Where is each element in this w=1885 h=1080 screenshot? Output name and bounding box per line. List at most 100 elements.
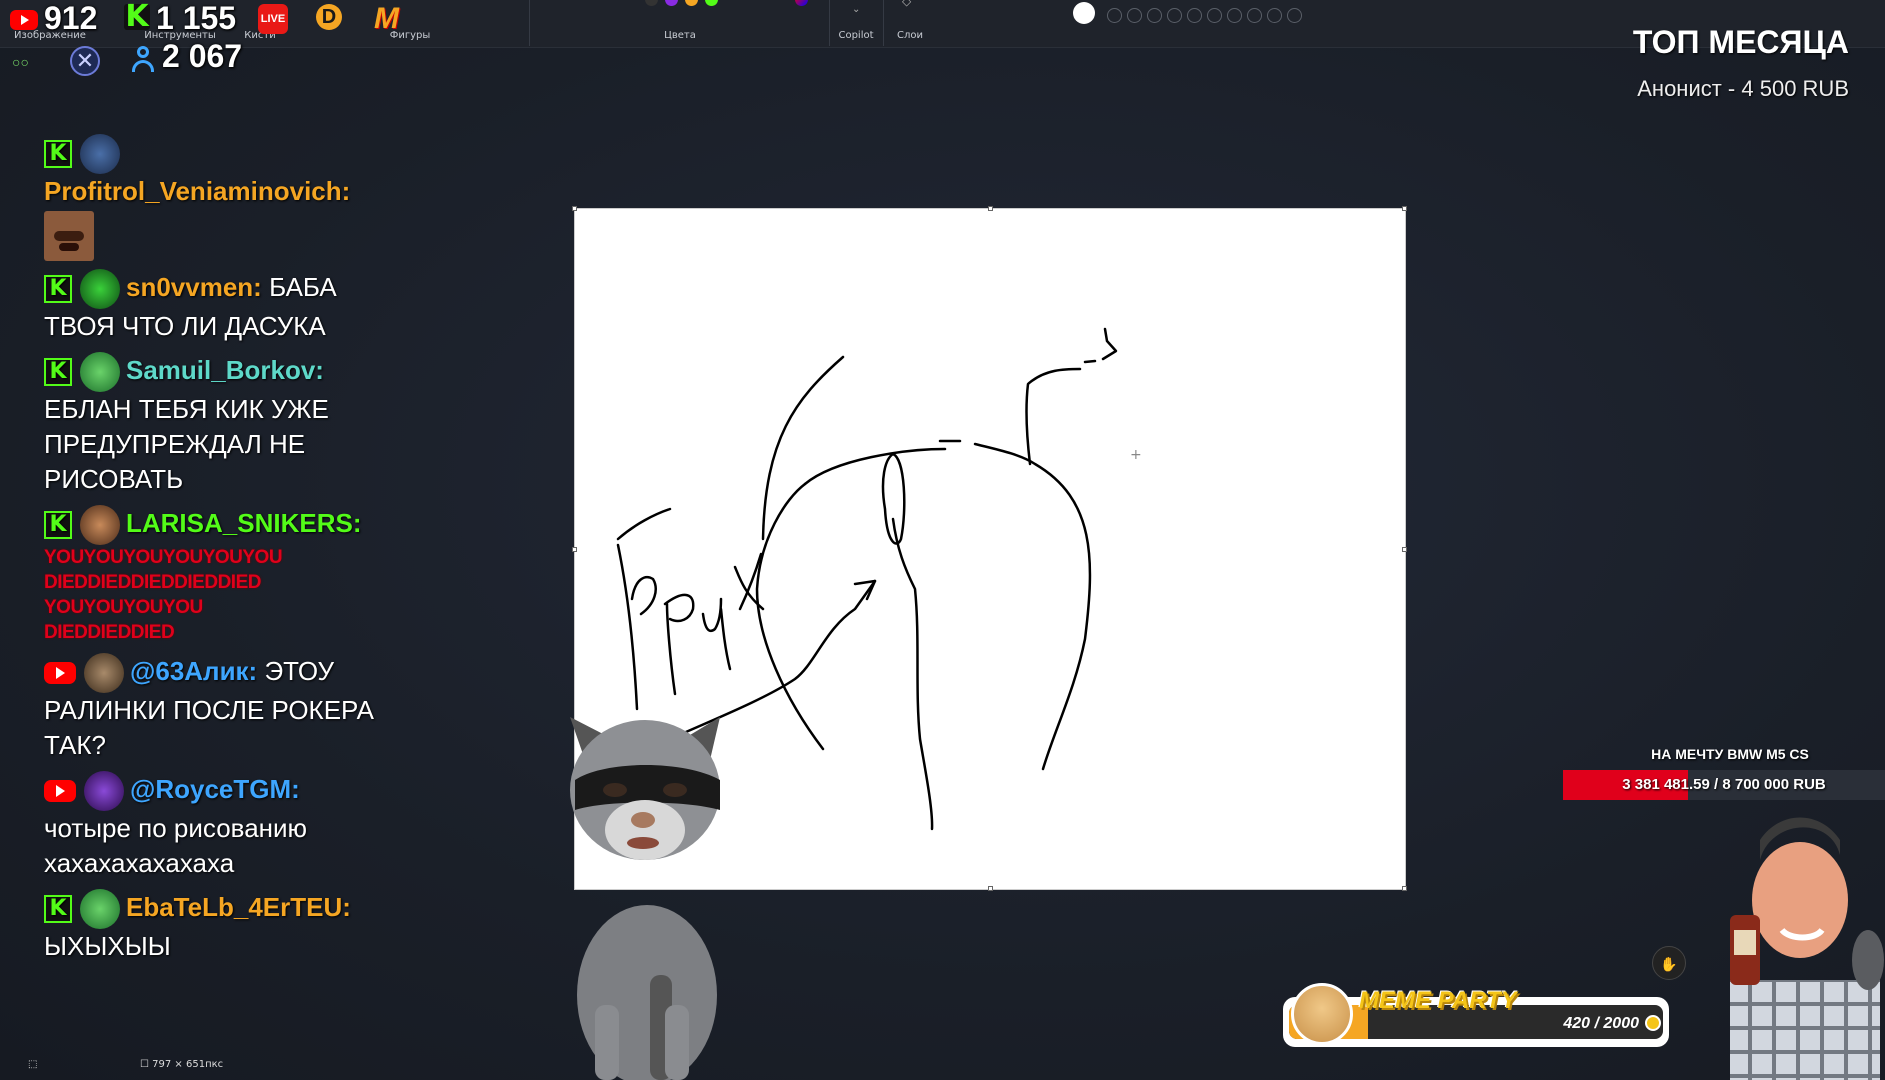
chat-text: ЫХЫХЫЫ bbox=[44, 931, 171, 961]
chat-spam-line: DIEDDIEDDIEDDIEDDIED bbox=[44, 572, 261, 593]
chat-spam-line: YOUYOUYOUYOUYOUYOU bbox=[44, 547, 283, 568]
live-badge: LIVE bbox=[258, 4, 288, 34]
canvas-size-icon: ☐ bbox=[140, 1059, 149, 1070]
chat-message: @63Алик: ЭТОУ РАЛИНКИ ПОСЛЕ РОКЕРА ТАК? bbox=[44, 653, 384, 763]
resize-handle[interactable] bbox=[572, 547, 577, 552]
streamer-webcam bbox=[1690, 800, 1885, 1080]
drawn-stroke bbox=[616, 507, 672, 541]
drawn-stroke bbox=[719, 607, 732, 671]
color-swatch[interactable] bbox=[1147, 8, 1162, 23]
avatar bbox=[84, 653, 124, 693]
youtube-badge-icon bbox=[44, 662, 76, 684]
avatar bbox=[80, 352, 120, 392]
chat-badges: K bbox=[44, 269, 120, 309]
drawn-stroke bbox=[630, 575, 657, 616]
color-swatch[interactable] bbox=[1227, 8, 1242, 23]
donation-goal-progress: 3 381 481.59 / 8 700 000 RUB bbox=[1622, 776, 1826, 793]
youtube-badge-icon bbox=[44, 780, 76, 802]
drawn-stroke bbox=[761, 355, 845, 541]
kick-badge-icon: K bbox=[44, 511, 72, 539]
avatar bbox=[84, 771, 124, 811]
avatar bbox=[80, 134, 120, 174]
user-icon bbox=[132, 44, 154, 74]
chat-text: ЕБЛАН ТЕБЯ КИК УЖЕ ПРЕДУПРЕЖДАЛ НЕ РИСОВ… bbox=[44, 394, 329, 494]
avatar bbox=[80, 505, 120, 545]
resize-handle[interactable] bbox=[572, 206, 577, 211]
raccoon-overlay bbox=[555, 705, 755, 1080]
kick-icon: K bbox=[124, 0, 150, 34]
kick-badge-icon: K bbox=[44, 275, 72, 303]
color-swatch[interactable] bbox=[1187, 8, 1202, 23]
chat-message: K Profitrol_Veniaminovich: bbox=[44, 134, 384, 261]
chat-message: K LARISA_SNIKERS: YOUYOUYOUYOUYOUYOU DIE… bbox=[44, 505, 384, 645]
drawn-stroke bbox=[616, 543, 639, 711]
drawn-stroke bbox=[973, 442, 1092, 771]
color-swatch[interactable] bbox=[1267, 8, 1282, 23]
chat-badges bbox=[44, 771, 124, 811]
chat-message: K sn0vvmen: БАБА ТВОЯ ЧТО ЛИ ДАСУКА bbox=[44, 269, 384, 344]
drawn-stroke bbox=[1101, 327, 1118, 361]
hand-icon: ✋ bbox=[1652, 946, 1686, 980]
layers-label: Слои bbox=[897, 30, 923, 41]
chat-message: @RoyceTGM: чотыре по рисованию хахахахах… bbox=[44, 771, 384, 881]
chat-text: чотыре по рисованию хахахахахахаха bbox=[44, 813, 308, 878]
avatar bbox=[80, 269, 120, 309]
chat-spam-line: DIEDDIEDDIED bbox=[44, 622, 175, 643]
total-viewer-count: 2 067 bbox=[162, 38, 243, 74]
chat-badges bbox=[44, 653, 124, 693]
color-swatch[interactable] bbox=[1247, 8, 1262, 23]
youtube-viewer-count: 912 bbox=[44, 0, 98, 36]
chat-badges: K bbox=[44, 505, 120, 545]
color-swatch[interactable] bbox=[1287, 8, 1302, 23]
chat-message: K EbaTeLb_4ErTEU: ЫХЫХЫЫ bbox=[44, 889, 384, 964]
meme-party-title: MEME PARTY bbox=[1359, 987, 1517, 1014]
color-swatch[interactable] bbox=[1207, 8, 1222, 23]
chat-username: @RoyceTGM: bbox=[130, 773, 300, 804]
memealerts-icon: M bbox=[374, 2, 399, 35]
kick-badge-icon: K bbox=[44, 140, 72, 168]
chat-badges: K bbox=[44, 134, 120, 174]
resize-handle[interactable] bbox=[1402, 206, 1407, 211]
primary-color-swatch[interactable] bbox=[1073, 2, 1095, 24]
donation-goal-bar: 3 381 481.59 / 8 700 000 RUB bbox=[1563, 770, 1885, 800]
chat-username: EbaTeLb_4ErTEU: bbox=[126, 891, 351, 922]
crosshair-cursor-icon: + bbox=[1130, 447, 1142, 463]
top-month-title: ТОП МЕСЯЦА bbox=[1632, 24, 1849, 60]
chat-badges: K bbox=[44, 889, 120, 929]
meme-party-widget: MEME PARTY 420 / 2000 bbox=[1283, 983, 1669, 1047]
kick-badge-icon: K bbox=[44, 358, 72, 386]
x-platform-icon: ✕ bbox=[70, 46, 100, 76]
resize-handle[interactable] bbox=[1402, 886, 1407, 891]
copilot-group[interactable]: ⌄ Copilot bbox=[830, 0, 882, 46]
color-swatch[interactable] bbox=[1107, 8, 1122, 23]
meme-party-count: 420 / 2000 bbox=[1563, 1015, 1639, 1032]
chat-username: sn0vvmen: bbox=[126, 271, 262, 302]
resize-handle[interactable] bbox=[988, 206, 993, 211]
drawn-stroke bbox=[1083, 359, 1097, 364]
chat-message: K Samuil_Borkov: ЕБЛАН ТЕБЯ КИК УЖЕ ПРЕД… bbox=[44, 352, 384, 497]
kick-badge-icon: K bbox=[44, 895, 72, 923]
color-swatch[interactable] bbox=[1167, 8, 1182, 23]
emote-image bbox=[44, 211, 94, 261]
layers-group[interactable]: ◇ Слои bbox=[884, 0, 936, 46]
chat-badges: K bbox=[44, 352, 120, 392]
resize-handle[interactable] bbox=[1402, 547, 1407, 552]
chat-panel: K Profitrol_Veniaminovich: K sn0vvmen: Б… bbox=[44, 134, 384, 972]
resize-handle[interactable] bbox=[988, 886, 993, 891]
color-swatch[interactable] bbox=[1127, 8, 1142, 23]
chevron-down-icon: ⌄ bbox=[852, 4, 861, 15]
chat-username: LARISA_SNIKERS: bbox=[126, 507, 362, 538]
chat-username: Profitrol_Veniaminovich: bbox=[44, 176, 351, 206]
colors-group[interactable]: Цвета bbox=[530, 0, 1302, 46]
donation-goal-label: НА МЕЧТУ BMW M5 CS bbox=[1651, 746, 1809, 762]
drawn-stroke bbox=[663, 593, 695, 623]
drawn-stroke bbox=[891, 517, 934, 831]
drawn-stroke bbox=[665, 602, 677, 696]
youtube-icon bbox=[10, 10, 38, 30]
kick-viewer-count: 1 155 bbox=[156, 0, 237, 36]
glasses-icon: ○○ bbox=[12, 54, 29, 70]
doge-icon bbox=[1291, 983, 1353, 1045]
avatar bbox=[80, 889, 120, 929]
canvas-size-readout: ☐ 797 × 651пкс bbox=[140, 1059, 223, 1070]
layers-icon: ◇ bbox=[902, 0, 912, 8]
